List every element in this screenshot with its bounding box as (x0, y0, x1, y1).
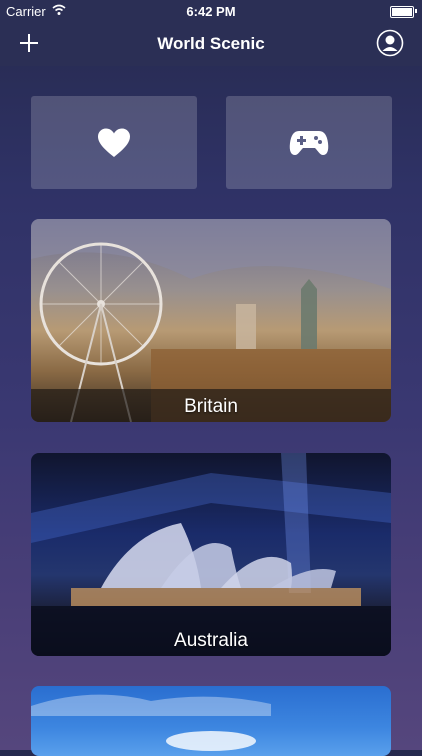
australia-photo (31, 453, 391, 656)
status-time: 6:42 PM (186, 4, 236, 19)
profile-icon[interactable] (376, 29, 404, 57)
destination-card-third[interactable] (31, 686, 391, 756)
sky-photo (31, 694, 271, 751)
destination-card-australia[interactable]: Australia (31, 453, 391, 656)
heart-icon (98, 128, 130, 157)
favorites-tile[interactable] (31, 96, 197, 189)
destination-card-britain[interactable]: Britain (31, 219, 391, 422)
nav-title: World Scenic (157, 34, 265, 53)
game-tile[interactable] (226, 96, 392, 189)
card-label-australia: Australia (174, 630, 248, 651)
card-label-britain: Britain (184, 396, 238, 417)
navigation-bar: World Scenic (0, 22, 422, 66)
gamepad-icon (289, 130, 329, 155)
battery-tip (415, 9, 417, 13)
battery-icon (390, 6, 414, 18)
britain-photo (31, 219, 391, 422)
status-bar: Carrier 6:42 PM (0, 0, 422, 22)
